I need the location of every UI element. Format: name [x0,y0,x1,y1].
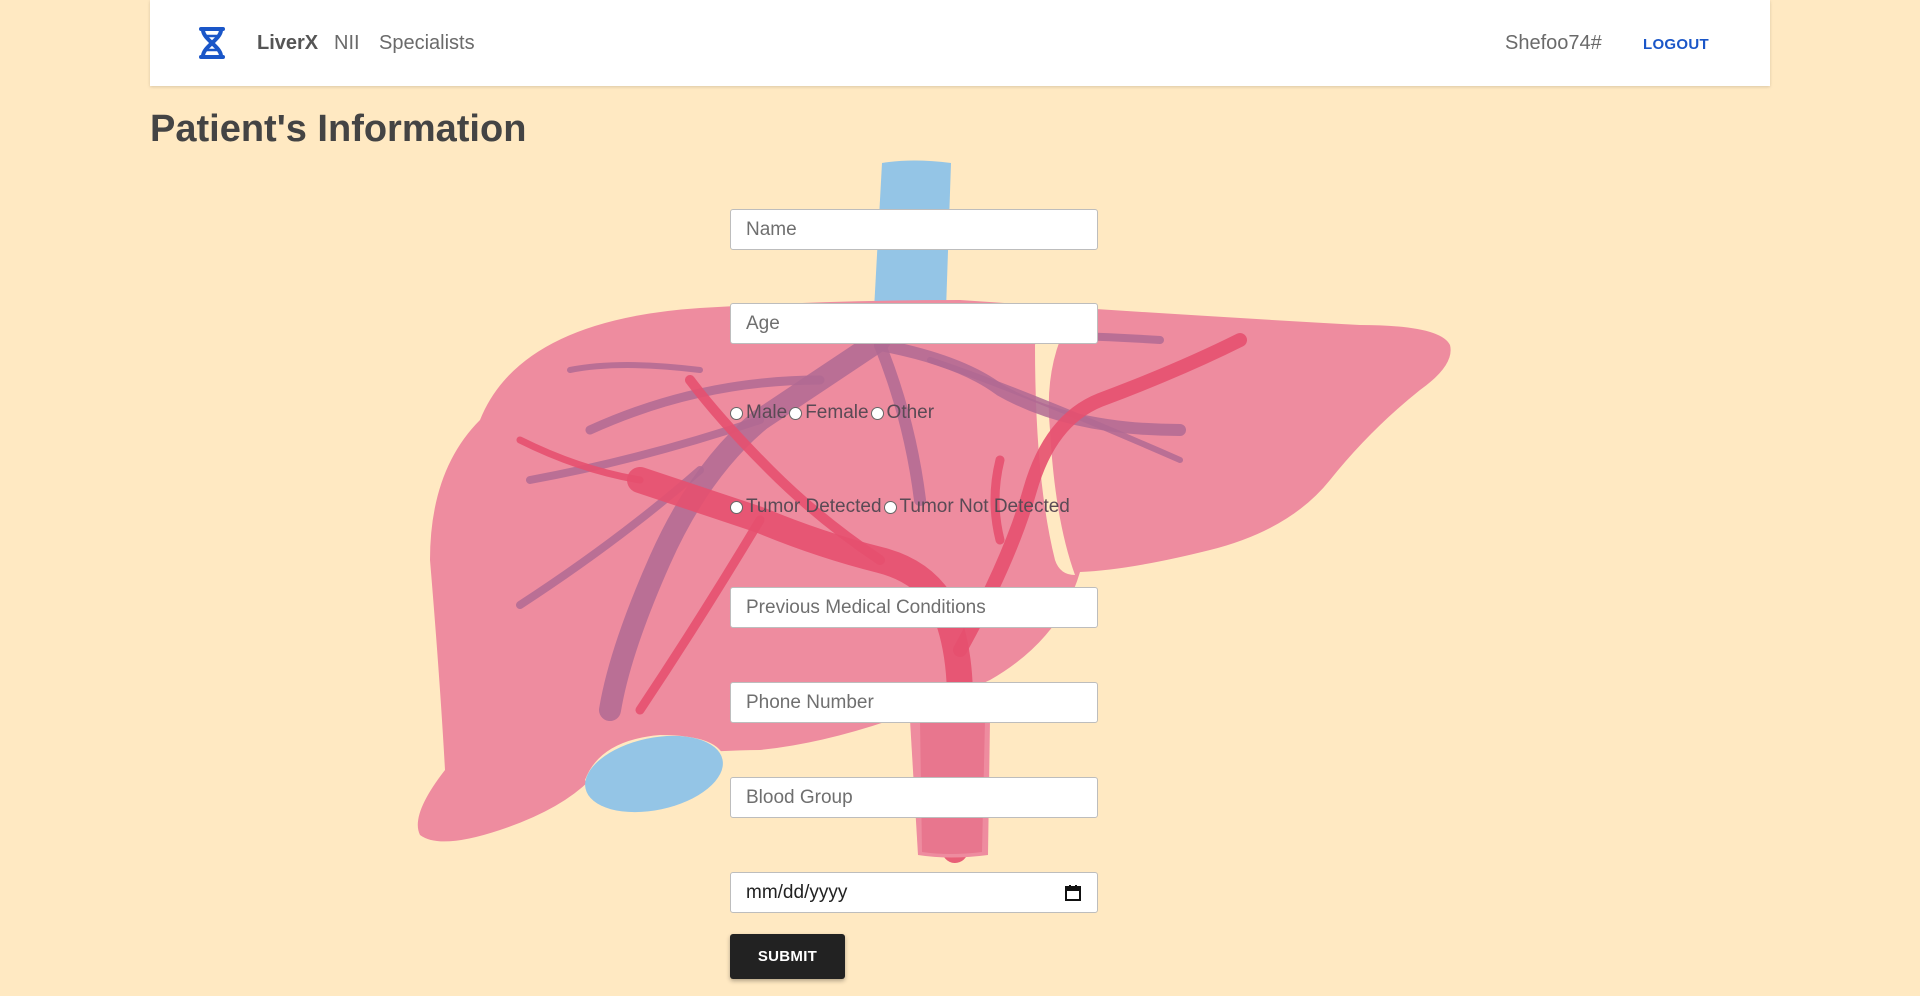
radio-female[interactable] [789,406,803,420]
nav-link-specialists[interactable]: Specialists [379,32,475,55]
top-navbar: LiverX NII Specialists Shefoo74# LOGOUT [150,0,1770,86]
radio-female-label[interactable]: Female [805,402,868,424]
calendar-icon[interactable] [1064,884,1082,902]
blood-group-input[interactable] [730,777,1098,818]
brand-link[interactable]: LiverX [257,32,318,55]
dna-icon[interactable] [198,27,226,59]
date-value: mm/dd/yyyy [746,882,848,903]
tumor-radio-group: Tumor Detected Tumor Not Detected [730,496,1072,518]
previous-conditions-input[interactable] [730,587,1098,628]
date-input[interactable]: mm/dd/yyyy [730,872,1098,913]
page-title: Patient's Information [150,108,527,150]
radio-male[interactable] [730,406,743,420]
nav-link-nii[interactable]: NII [334,32,360,55]
radio-tumor-detected-label[interactable]: Tumor Detected [746,496,882,518]
phone-number-input[interactable] [730,682,1098,723]
radio-tumor-not-detected-label[interactable]: Tumor Not Detected [900,496,1070,518]
radio-tumor-detected[interactable] [730,500,743,514]
logout-button[interactable]: LOGOUT [1643,36,1709,53]
age-input[interactable] [730,303,1098,344]
radio-tumor-not-detected[interactable] [883,500,897,514]
radio-other[interactable] [870,406,884,420]
submit-button[interactable]: SUBMIT [730,934,845,979]
username-label: Shefoo74# [1505,32,1602,54]
name-input[interactable] [730,209,1098,250]
radio-male-label[interactable]: Male [746,402,787,424]
gender-radio-group: Male Female Other [730,402,936,424]
radio-other-label[interactable]: Other [887,402,935,424]
